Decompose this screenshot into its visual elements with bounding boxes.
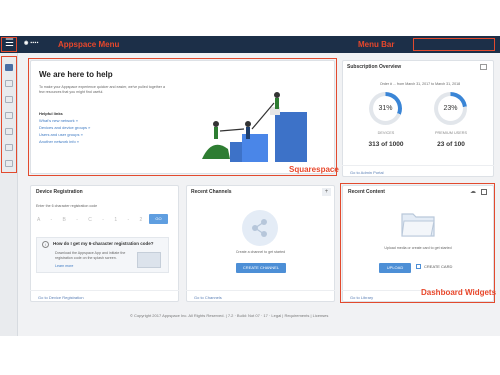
card-icon[interactable] — [481, 189, 487, 195]
help-link[interactable]: What's new network » — [39, 118, 78, 123]
help-description: To make your Appspace experience quicker… — [39, 85, 165, 94]
users-value: 23 of 100 — [437, 141, 465, 148]
step-block — [242, 134, 268, 162]
subscription-card — [342, 60, 494, 177]
sidebar — [0, 53, 18, 336]
help-link[interactable]: Users and user groups » — [39, 132, 83, 137]
admin-portal-link[interactable]: Go to Admin Portal — [342, 165, 494, 177]
sidebar-item-users-icon[interactable] — [5, 128, 13, 135]
info-text: Download the Appspace App and initiate t… — [55, 251, 126, 260]
channels-empty-text: Create a channel to get started — [235, 250, 286, 254]
users-donut: 23% — [434, 92, 467, 125]
bush-shape — [202, 144, 230, 159]
device-registration-title: Device Registration — [36, 189, 83, 195]
share-icon-circle — [242, 210, 278, 246]
annotation-dashboard-widgets: Dashboard Widgets — [421, 288, 497, 297]
appspace-logo[interactable]: ◉ ▪▪▪▪ — [24, 40, 39, 46]
teamwork-illustration — [202, 92, 307, 162]
devices-label: DEVICES — [377, 131, 395, 135]
copyright-footer: © Copyright 2017 Appspace Inc. All Right… — [130, 313, 329, 318]
sidebar-item-channels-icon[interactable] — [5, 80, 13, 87]
channels-link[interactable]: Go to Channels — [186, 290, 335, 302]
recent-content-card — [342, 185, 494, 302]
content-empty-text: Upload media or create card to get start… — [384, 246, 452, 250]
person-head — [274, 92, 280, 98]
subscription-period: Order # ... from March 31, 2017 to March… — [379, 82, 461, 86]
expand-icon[interactable] — [480, 64, 487, 70]
users-percent: 23% — [438, 96, 463, 121]
upload-button[interactable]: UPLOAD — [379, 263, 411, 273]
hamburger-menu-icon[interactable]: ☰ — [4, 38, 15, 50]
helpful-links-heading: Helpful links — [39, 111, 63, 116]
person-arm — [219, 128, 245, 132]
users-label: PREMIUM USERS — [434, 131, 468, 135]
person-head — [245, 121, 251, 127]
sidebar-item-library-icon[interactable] — [5, 96, 13, 103]
devices-percent: 31% — [373, 96, 398, 121]
cloud-upload-icon[interactable]: ☁ — [470, 188, 476, 195]
registration-instruction: Enter the 6 character registration code — [36, 204, 98, 208]
sidebar-item-reports-icon[interactable] — [5, 144, 13, 151]
info-icon: i — [42, 241, 49, 248]
create-card-button[interactable]: CREATE CARD — [424, 264, 452, 269]
recent-channels-title: Recent Channels — [191, 189, 232, 195]
devices-value: 313 of 1000 — [368, 141, 404, 148]
person-arm — [251, 102, 275, 130]
folder-icon — [401, 213, 435, 237]
annotation-squarespace: Squarespace — [289, 165, 339, 174]
step-block — [275, 112, 307, 162]
devices-donut: 31% — [369, 92, 402, 125]
share-icon — [252, 219, 267, 237]
create-card-checkbox[interactable] — [416, 264, 421, 269]
person-head — [213, 121, 219, 127]
go-button[interactable]: GO — [149, 214, 168, 224]
annotation-menu-bar: Menu Bar — [358, 40, 395, 49]
device-registration-link[interactable]: Go to Device Registration — [30, 290, 179, 302]
tablet-icon — [137, 252, 161, 268]
add-channel-button[interactable]: + — [322, 188, 331, 196]
help-link[interactable]: Devices and device groups » — [39, 125, 90, 130]
sidebar-item-dashboard-icon[interactable] — [5, 64, 13, 71]
learn-more-link[interactable]: Learn more — [55, 264, 73, 269]
help-link[interactable]: Another network info » — [39, 139, 79, 144]
info-title: How do I get my 6-character registration… — [53, 241, 154, 246]
create-channel-button[interactable]: CREATE CHANNEL — [236, 263, 286, 273]
recent-content-title: Recent Content — [348, 189, 385, 195]
annotation-appspace-menu: Appspace Menu — [58, 40, 120, 49]
subscription-title: Subscription Overview — [347, 64, 402, 70]
help-title: We are here to help — [39, 70, 113, 79]
sidebar-item-devices-icon[interactable] — [5, 112, 13, 119]
sidebar-item-settings-icon[interactable] — [5, 160, 13, 167]
